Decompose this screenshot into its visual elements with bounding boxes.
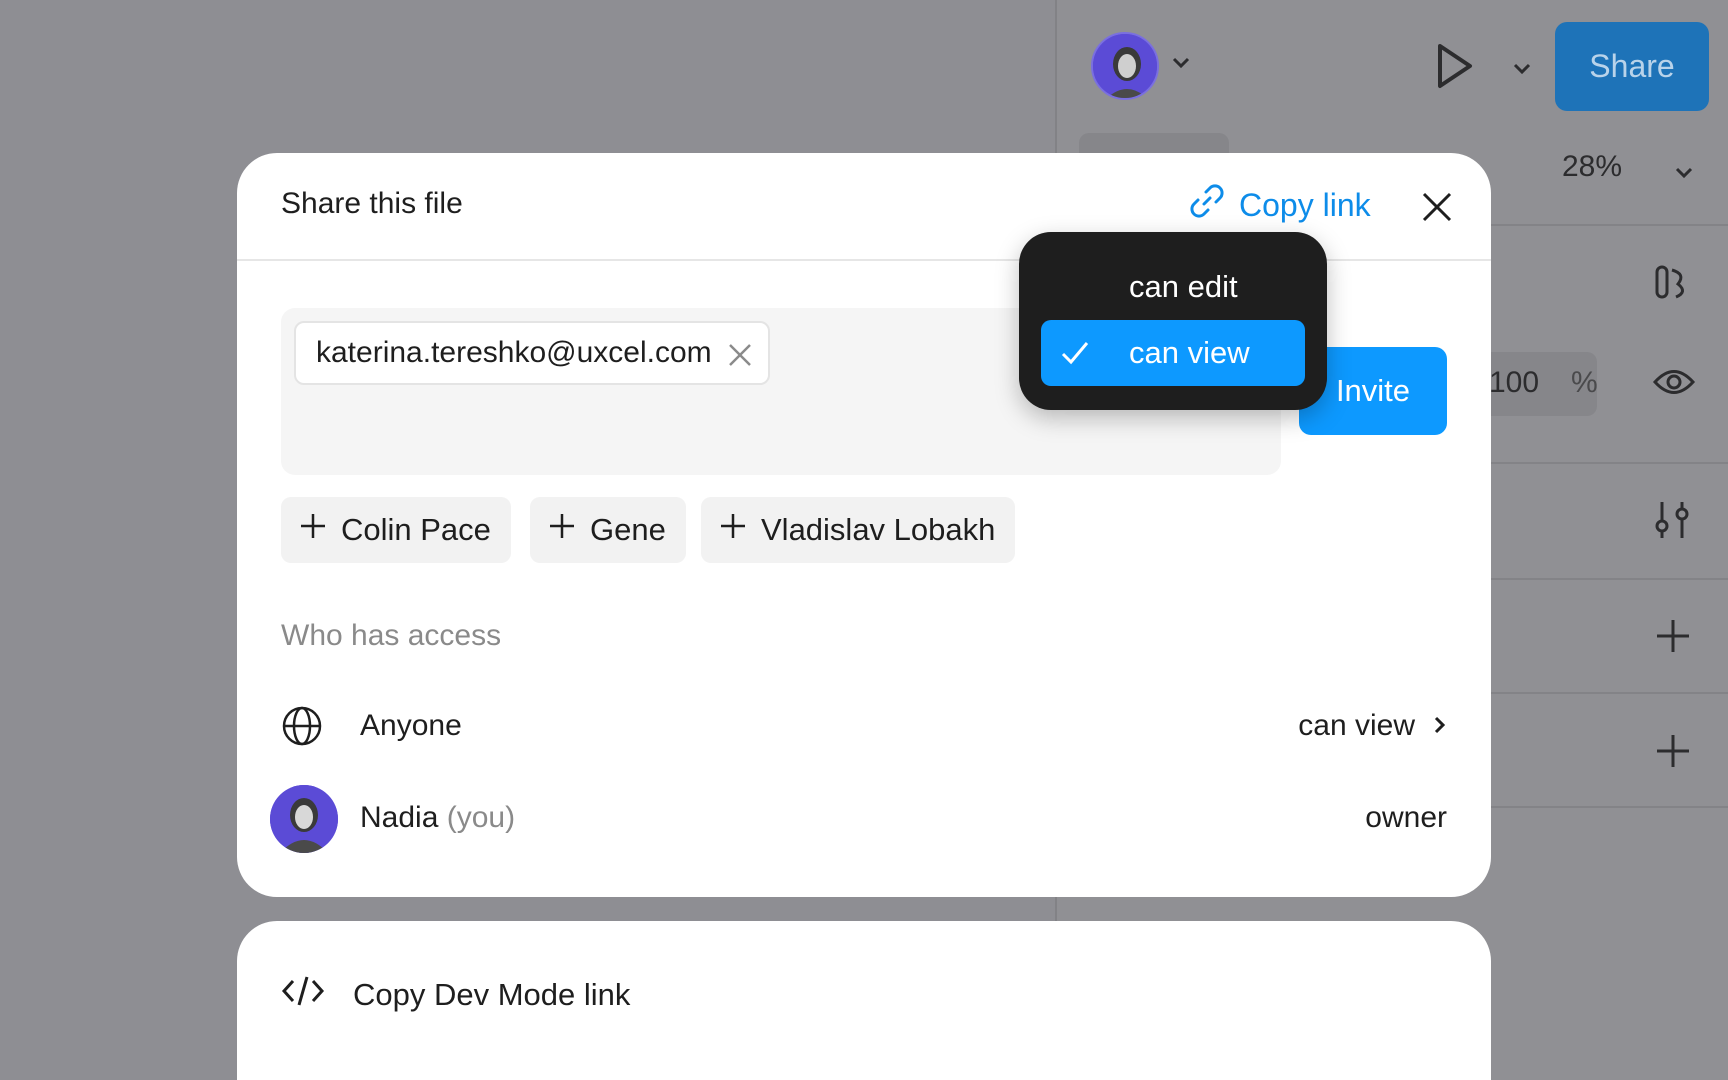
close-icon[interactable] <box>1417 187 1457 227</box>
permission-selector[interactable]: can view <box>1298 709 1447 743</box>
who-has-access-label: Who has access <box>281 619 502 652</box>
link-icon <box>1189 183 1225 227</box>
permission-dropdown: can edit can view <box>1019 232 1327 410</box>
access-row-anyone[interactable]: Anyone can view <box>237 685 1491 765</box>
user-avatar[interactable] <box>1091 32 1159 100</box>
copy-link-button[interactable]: Copy link <box>1189 183 1371 227</box>
zoom-chevron-icon[interactable] <box>1674 160 1694 186</box>
permission-label: can view <box>1298 709 1415 742</box>
owner-name: Nadia <box>360 801 439 834</box>
avatar <box>270 785 338 853</box>
component-icon[interactable] <box>1652 262 1692 307</box>
dev-mode-card: Copy Dev Mode link <box>237 921 1491 1080</box>
email-chip-label: katerina.tereshko@uxcel.com <box>316 336 712 369</box>
play-chevron-icon[interactable] <box>1512 56 1532 82</box>
option-label: can edit <box>1129 269 1238 304</box>
plus-icon <box>548 512 576 548</box>
opacity-unit: % <box>1571 366 1598 399</box>
avatar-chevron-icon[interactable] <box>1171 50 1191 76</box>
dropdown-option-can-edit[interactable]: can edit <box>1041 254 1305 320</box>
access-name: Nadia (you) <box>360 801 515 835</box>
eye-icon[interactable] <box>1652 365 1696 404</box>
dropdown-option-can-view[interactable]: can view <box>1041 320 1305 386</box>
modal-title: Share this file <box>281 187 463 220</box>
plus-icon <box>719 512 747 548</box>
suggestion-colin-pace[interactable]: Colin Pace <box>281 497 511 563</box>
option-label: can view <box>1129 335 1250 370</box>
plus-icon <box>299 512 327 548</box>
adjust-icon[interactable] <box>1654 500 1690 545</box>
suggestion-label: Gene <box>590 512 666 547</box>
access-row-owner: Nadia (you) owner <box>237 785 1491 865</box>
plus-icon[interactable] <box>1655 618 1691 659</box>
you-suffix: (you) <box>446 801 516 834</box>
copy-dev-mode-link-button[interactable]: Copy Dev Mode link <box>281 973 630 1017</box>
access-name: Anyone <box>360 709 462 742</box>
dev-mode-label: Copy Dev Mode link <box>353 977 631 1012</box>
play-icon[interactable] <box>1435 42 1475 95</box>
suggestion-gene[interactable]: Gene <box>530 497 686 563</box>
globe-icon <box>281 705 323 752</box>
code-icon <box>281 973 325 1017</box>
copy-link-label: Copy link <box>1239 186 1371 223</box>
opacity-value: 100 <box>1489 366 1540 399</box>
zoom-level[interactable]: 28% <box>1562 150 1622 184</box>
suggestion-label: Vladislav Lobakh <box>761 512 996 547</box>
remove-chip-icon[interactable] <box>726 341 754 369</box>
permission-label: owner <box>1365 801 1447 834</box>
suggestion-label: Colin Pace <box>341 512 491 547</box>
share-button[interactable]: Share <box>1555 22 1709 111</box>
chevron-right-icon <box>1433 709 1447 743</box>
checkmark-icon <box>1059 337 1091 377</box>
suggestion-vladislav-lobakh[interactable]: Vladislav Lobakh <box>701 497 1016 563</box>
plus-icon[interactable] <box>1655 733 1691 774</box>
email-chip: katerina.tereshko@uxcel.com <box>294 321 770 385</box>
